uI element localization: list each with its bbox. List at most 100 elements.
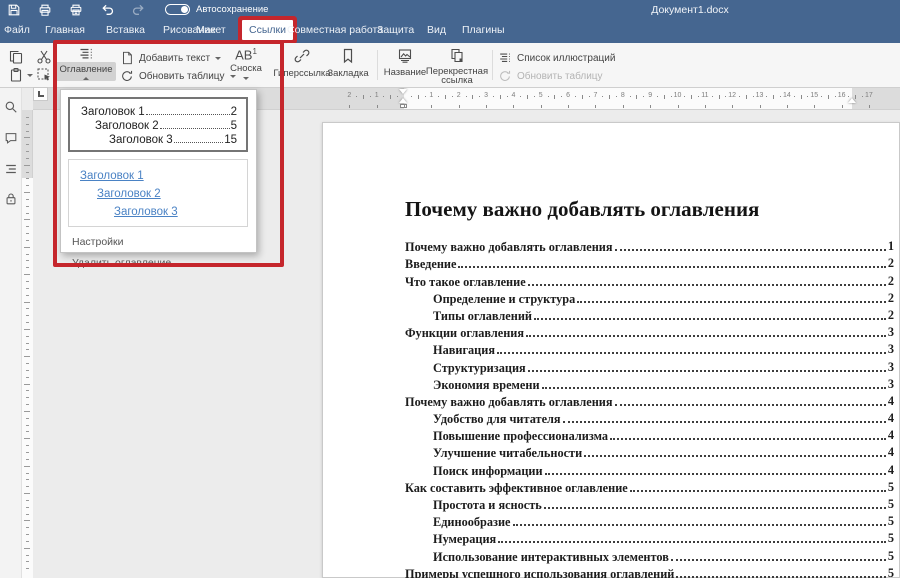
paste-dropdown-caret[interactable]: [27, 74, 33, 77]
ruler-tick: [595, 105, 596, 108]
toc-entry[interactable]: Введение2: [405, 255, 894, 272]
ruler-tick: [26, 473, 29, 474]
tab-1[interactable]: Файл: [4, 24, 30, 36]
toc-entry[interactable]: Нумерация5: [405, 530, 894, 547]
toc-style-links-option[interactable]: Заголовок 1Заголовок 2Заголовок 3: [68, 159, 248, 227]
ruler-tick: [26, 199, 29, 200]
ruler-tick: [24, 493, 30, 494]
toc-page-number: 3: [888, 377, 894, 393]
ruler-tick: [623, 105, 624, 108]
ruler-tick: [24, 411, 30, 412]
ruler-tick: [26, 226, 29, 227]
tab-2[interactable]: Главная: [45, 24, 85, 36]
toc-button-label: Оглавление: [60, 64, 113, 75]
comments-icon[interactable]: [4, 131, 18, 145]
toc-preview-label: Заголовок 3: [109, 134, 173, 146]
toc-entry[interactable]: Единообразие5: [405, 513, 894, 530]
toc-entry[interactable]: Использование интерактивных элементов5: [405, 547, 894, 564]
tab-5[interactable]: Макет: [196, 24, 226, 36]
ruler-tick: [26, 390, 29, 391]
protection-lock-icon[interactable]: [4, 192, 18, 206]
update-table-button[interactable]: Обновить таблицу: [120, 69, 236, 83]
redo-icon[interactable]: [130, 3, 146, 16]
autosave-toggle[interactable]: [165, 4, 190, 15]
ruler-tick: [24, 165, 30, 166]
toc-page-number: 1: [888, 239, 894, 255]
toc-entry[interactable]: Типы оглавлений2: [405, 307, 894, 324]
ruler-tick: [418, 95, 419, 99]
add-text-button[interactable]: Добавить текст: [120, 51, 221, 65]
toc-entry[interactable]: Простота и ясность5: [405, 496, 894, 513]
ruler-tick: [26, 158, 29, 159]
toc-entry[interactable]: Структуризация3: [405, 358, 894, 375]
cut-icon[interactable]: [36, 49, 52, 65]
tab-9[interactable]: Вид: [427, 24, 446, 36]
toc-entry[interactable]: Экономия времени3: [405, 376, 894, 393]
hanging-indent-marker[interactable]: [399, 98, 407, 103]
toc-leader-dots: [577, 301, 886, 303]
ruler-tick: [554, 95, 555, 99]
toc-entry[interactable]: Как составить эффективное оглавление5: [405, 479, 894, 496]
vertical-ruler[interactable]: [22, 110, 33, 578]
ruler-tick: [26, 117, 29, 118]
tab-3[interactable]: Вставка: [106, 24, 145, 36]
copy-icon[interactable]: [8, 49, 24, 65]
toc-style-numbered-option[interactable]: Заголовок 12Заголовок 25Заголовок 315: [68, 97, 248, 152]
document-page[interactable]: Почему важно добавлять оглавления Почему…: [322, 122, 900, 578]
toc-entry[interactable]: Почему важно добавлять оглавления4: [405, 393, 894, 410]
paste-icon[interactable]: [8, 67, 24, 83]
quick-print-icon[interactable]: [68, 3, 84, 16]
tab-10[interactable]: Плагины: [462, 24, 505, 36]
print-icon[interactable]: [37, 3, 53, 16]
toc-entry[interactable]: Что такое оглавление2: [405, 272, 894, 289]
ruler-tick: [26, 377, 29, 378]
toc-entry-text: Примеры успешного использования оглавлен…: [405, 567, 674, 578]
first-line-indent-marker[interactable]: [399, 89, 407, 94]
toc-page-number: 5: [888, 549, 894, 565]
figure-list-label: Список иллюстраций: [517, 53, 615, 64]
caption-button[interactable]: Название: [382, 48, 428, 78]
table-of-contents-button[interactable]: Оглавление: [58, 46, 114, 81]
toc-settings-item[interactable]: Настройки: [61, 227, 256, 248]
ruler-tick: [678, 105, 679, 108]
toc-entry[interactable]: Примеры успешного использования оглавлен…: [405, 565, 894, 578]
toc-entry[interactable]: Определение и структура2: [405, 290, 894, 307]
tab-8[interactable]: Защита: [377, 24, 414, 36]
select-icon[interactable]: [36, 67, 52, 83]
tab-7[interactable]: Совместная работа: [287, 24, 383, 36]
toc-page-number: 5: [888, 514, 894, 530]
toc-remove-item[interactable]: Удалить оглавление: [61, 248, 256, 269]
toc-entry-text: Почему важно добавлять оглавления: [405, 395, 613, 410]
toc-entry[interactable]: Функции оглавления3: [405, 324, 894, 341]
toc-entry[interactable]: Навигация3: [405, 341, 894, 358]
toc-entry[interactable]: Улучшение читабельности4: [405, 444, 894, 461]
tab-stop-selector[interactable]: [33, 87, 48, 101]
footnote-button[interactable]: AB1 Сноска: [226, 47, 266, 80]
cross-reference-button[interactable]: Перекрестнаяссылка: [424, 48, 490, 85]
toc-entry[interactable]: Удобство для читателя4: [405, 410, 894, 427]
ruler-tick: [739, 96, 740, 97]
ruler-tick: [507, 96, 508, 97]
toolbar-divider: [377, 50, 378, 80]
navigation-headings-icon[interactable]: [4, 162, 18, 176]
figure-list-button[interactable]: Список иллюстраций: [498, 51, 615, 65]
ruler-tick: [26, 206, 29, 207]
toc-entry[interactable]: Повышение профессионализма4: [405, 427, 894, 444]
toc-entry[interactable]: Почему важно добавлять оглавления1: [405, 238, 894, 255]
ruler-tick: [616, 96, 617, 97]
bookmark-button[interactable]: Закладка: [326, 48, 370, 79]
toc-preview-leader-dots: [174, 142, 224, 143]
ruler-tick: [493, 96, 494, 97]
undo-icon[interactable]: [99, 3, 115, 16]
search-icon[interactable]: [4, 100, 18, 114]
hyperlink-button[interactable]: Гиперссылка: [274, 48, 330, 79]
hyperlink-label: Гиперссылка: [273, 68, 330, 79]
toc-leader-dots: [676, 576, 885, 578]
ruler-tick: [479, 96, 480, 97]
toc-entry[interactable]: Поиск информации4: [405, 461, 894, 478]
ruler-tick: [349, 105, 350, 108]
tab-6[interactable]: Ссылки: [242, 20, 293, 40]
save-icon[interactable]: [6, 3, 22, 16]
toc-preview-page-number: 5: [231, 120, 237, 132]
ruler-tick: [26, 254, 29, 255]
